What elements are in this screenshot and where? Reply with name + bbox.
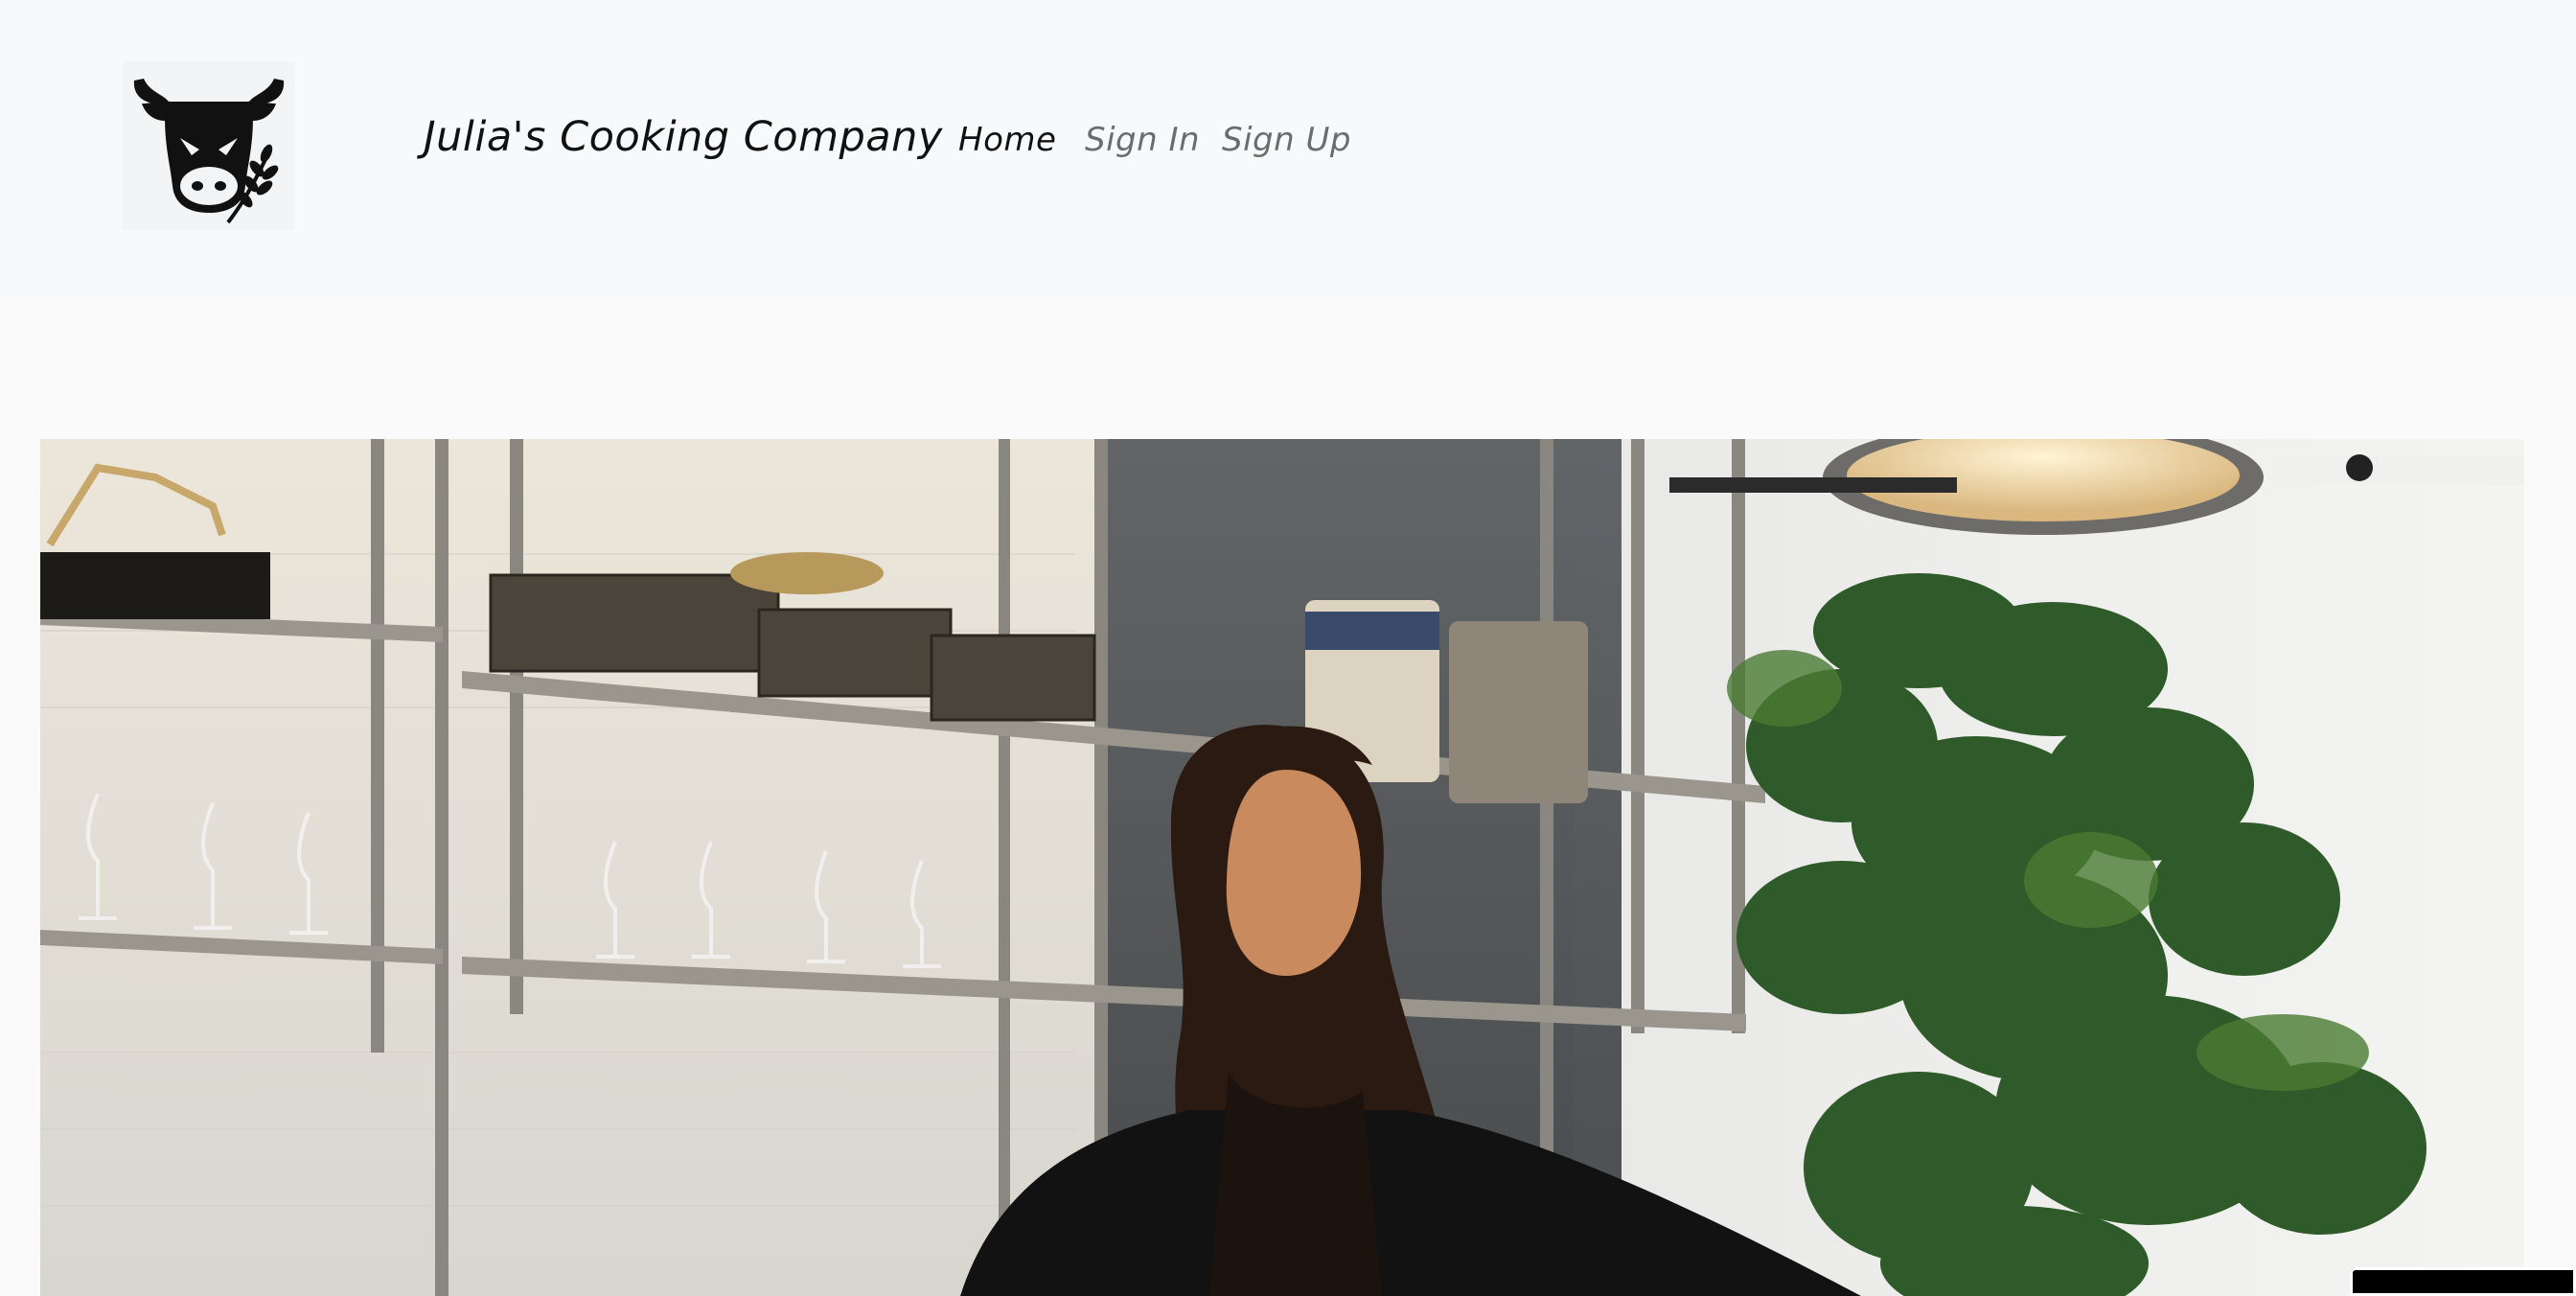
nav-link-sign-in[interactable]: Sign In [1085,121,1200,159]
nav-link-home[interactable]: Home [958,121,1056,159]
hero-photo [40,439,2524,1296]
brand-name[interactable]: Julia's Cooking Company [424,113,943,161]
cow-wheat-logo-icon[interactable] [123,61,295,230]
nav-link-sign-up[interactable]: Sign Up [1222,121,1351,159]
navbar: Julia's Cooking Company Home Sign In Sig… [0,0,2576,299]
chat-widget-tab[interactable] [2350,1267,2576,1296]
